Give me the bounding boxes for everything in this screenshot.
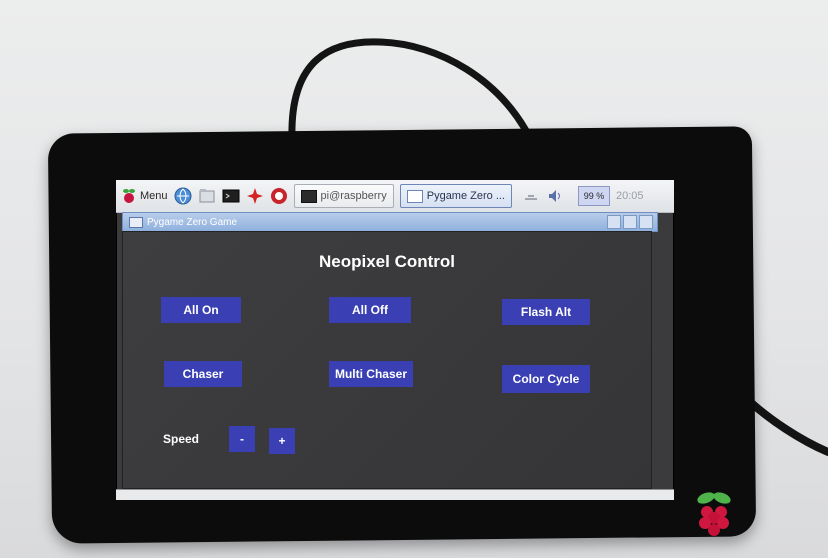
page-title: Neopixel Control xyxy=(318,252,455,271)
maximize-icon[interactable] xyxy=(623,215,637,229)
menu-button[interactable]: Menu xyxy=(122,184,168,208)
taskbar: Menu pi@raspberry Pygame Zero ... 99 % 2… xyxy=(116,180,674,213)
clock[interactable]: 20:05 xyxy=(616,190,644,202)
speed-increase-button[interactable]: + xyxy=(269,428,295,454)
color-cycle-button[interactable]: Color Cycle xyxy=(502,365,590,393)
window-icon xyxy=(406,189,423,203)
touch-screen: Menu pi@raspberry Pygame Zero ... 99 % 2… xyxy=(116,180,674,500)
app-icon xyxy=(129,216,143,228)
chaser-button[interactable]: Chaser xyxy=(164,361,242,387)
desktop-strip xyxy=(116,489,674,500)
window-controls xyxy=(607,215,653,229)
network-icon[interactable] xyxy=(522,187,540,205)
menu-label: Menu xyxy=(140,190,168,202)
terminal-icon[interactable] xyxy=(222,187,240,205)
minimize-icon[interactable] xyxy=(607,215,621,229)
close-icon[interactable] xyxy=(639,215,653,229)
task-terminal[interactable]: pi@raspberry xyxy=(293,184,394,208)
web-browser-icon[interactable] xyxy=(174,187,192,205)
all-off-button[interactable]: All Off xyxy=(329,297,411,323)
task-pygame[interactable]: Pygame Zero ... xyxy=(399,184,512,208)
multi-chaser-button[interactable]: Multi Chaser xyxy=(329,361,413,387)
cpu-monitor: 99 % xyxy=(578,186,610,206)
task-terminal-label: pi@raspberry xyxy=(320,190,387,202)
window-titlebar[interactable]: Pygame Zero Game xyxy=(122,212,658,232)
window-title: Pygame Zero Game xyxy=(147,216,238,228)
flash-alt-button[interactable]: Flash Alt xyxy=(502,299,590,325)
raspberry-pi-logo xyxy=(697,492,731,536)
file-manager-icon[interactable] xyxy=(198,187,216,205)
task-pygame-label: Pygame Zero ... xyxy=(426,190,505,202)
speed-label: Speed xyxy=(163,432,200,446)
math-app-icon[interactable] xyxy=(246,187,264,205)
monitor-icon xyxy=(300,189,317,203)
all-on-button[interactable]: All On xyxy=(161,297,241,323)
speed-decrease-button[interactable]: - xyxy=(229,426,255,452)
game-canvas: Neopixel Control All On All Off Flash Al… xyxy=(122,231,652,489)
volume-icon[interactable] xyxy=(546,187,564,205)
wolfram-icon[interactable] xyxy=(270,187,288,205)
raspberry-icon xyxy=(123,189,135,203)
cpu-label: 99 % xyxy=(583,191,605,201)
